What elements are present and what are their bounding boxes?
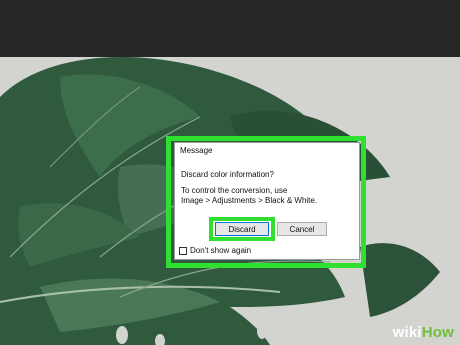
dont-show-again-checkbox[interactable] [179,246,187,255]
wikihow-watermark: wikiHow [393,324,454,341]
dialog-text-line-2: Image > Adjustments > Black & White. [181,196,318,205]
cancel-button[interactable]: Cancel [277,222,327,236]
title-bar [0,0,460,57]
dont-show-again-row[interactable]: Don't show again [179,246,251,255]
watermark-prefix: wiki [392,324,422,341]
message-dialog: Message Discard color information? To co… [174,142,360,260]
dialog-title: Message [180,146,213,155]
discard-button[interactable]: Discard [215,222,269,236]
dialog-question: Discard color information? [181,170,274,179]
watermark-suffix: How [421,324,454,341]
dont-show-again-label: Don't show again [190,246,252,255]
dialog-text-line-1: To control the conversion, use [181,186,288,195]
